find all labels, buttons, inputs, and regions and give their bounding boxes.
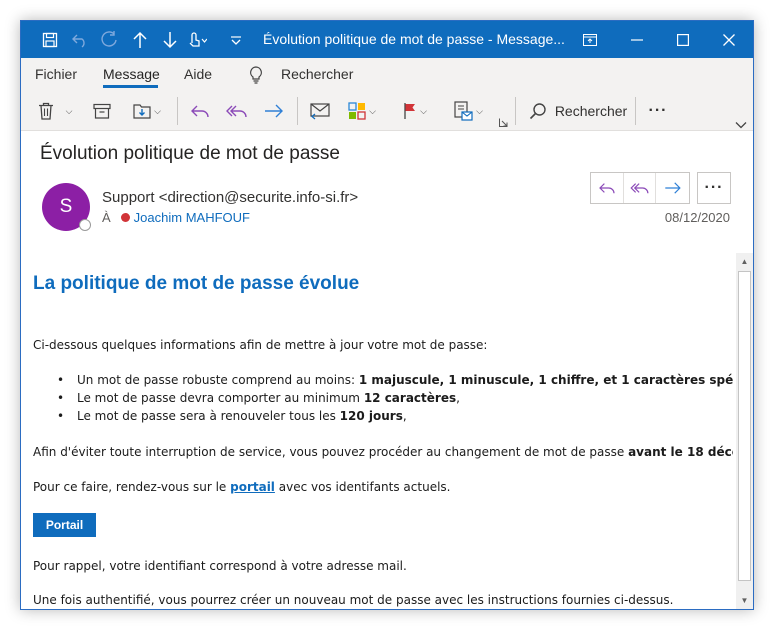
received-date: 08/12/2020 — [664, 210, 730, 225]
email-subject: Évolution politique de mot de passe — [40, 143, 340, 164]
minimize-button[interactable] — [614, 21, 660, 58]
deadline-text: Afin d'éviter toute interruption de serv… — [33, 445, 629, 459]
toolbar-separator — [297, 97, 298, 125]
tab-fichier[interactable]: Fichier — [35, 58, 77, 91]
deadline-bold: avant le 18 décembre — [628, 445, 733, 459]
tab-aide[interactable]: Aide — [184, 58, 212, 91]
chevron-down-icon: ⌵ — [65, 105, 73, 116]
list-item-end: , — [402, 409, 407, 423]
customize-toolbar-icon[interactable] — [221, 21, 251, 58]
body-intro: Ci-dessous quelques informations afin de… — [33, 338, 488, 352]
follow-up-button[interactable]: ⌵ — [395, 91, 435, 131]
list-item-text: Un mot de passe robuste comprend au moin… — [77, 373, 359, 387]
delete-button[interactable]: ⌵ — [33, 91, 77, 131]
redo-icon[interactable] — [95, 21, 125, 58]
categorize-button[interactable]: ⌵ — [341, 91, 383, 131]
toolbar-separator — [177, 97, 178, 125]
archive-icon — [93, 103, 111, 119]
move-button[interactable]: ⌵ — [127, 91, 167, 131]
group-launcher-icon[interactable] — [495, 91, 511, 131]
sender-address[interactable]: Support <direction@securite.info-si.fr> — [102, 189, 358, 206]
portal-button[interactable]: Portail — [33, 513, 96, 537]
window-title: Évolution politique de mot de passe - Me… — [263, 31, 565, 47]
search-label: Rechercher — [554, 103, 628, 119]
maximize-button[interactable] — [660, 21, 706, 58]
vertical-scrollbar[interactable]: ▲ ▼ — [736, 253, 753, 609]
body-heading: La politique de mot de passe évolue — [33, 273, 360, 294]
respond-button[interactable] — [305, 91, 335, 131]
reply-actions-group — [590, 172, 690, 204]
tell-me-label: Rechercher — [281, 66, 354, 82]
toolbar-separator — [515, 97, 516, 125]
list-item-bold: 12 caractères — [363, 391, 457, 405]
body-deadline: Afin d'éviter toute interruption de serv… — [33, 445, 733, 459]
to-label: À — [102, 210, 111, 225]
presence-status-icon — [79, 219, 91, 231]
outlook-message-window: Évolution politique de mot de passe - Me… — [20, 20, 754, 610]
reply-button-header[interactable] — [591, 173, 624, 203]
undo-icon[interactable] — [65, 21, 95, 58]
list-item: Le mot de passe sera à renouveler tous l… — [57, 409, 407, 423]
search-icon — [529, 103, 546, 120]
forward-icon — [265, 104, 283, 118]
scroll-up-arrow-icon[interactable]: ▲ — [736, 253, 753, 270]
active-tab-indicator — [103, 85, 158, 88]
chevron-down-icon: ⌵ — [420, 105, 427, 116]
arrow-up-icon[interactable] — [125, 21, 155, 58]
chevron-down-icon: ⌵ — [154, 105, 161, 116]
rules-icon — [454, 101, 473, 121]
scroll-thumb[interactable] — [738, 271, 751, 581]
reply-icon — [191, 105, 209, 118]
chevron-down-icon: ⌵ — [369, 105, 376, 116]
reply-all-icon — [629, 183, 648, 194]
close-button[interactable] — [706, 21, 752, 58]
list-item-bold: 1 majuscule, 1 minuscule, 1 chiffre, et … — [358, 373, 733, 387]
more-actions-button[interactable]: ··· — [697, 172, 731, 204]
envelope-reply-icon — [310, 103, 330, 120]
list-item: Le mot de passe devra comporter au minim… — [57, 391, 460, 405]
lightbulb-icon — [250, 65, 262, 84]
trash-icon — [38, 102, 53, 120]
reply-all-button-header[interactable] — [624, 173, 657, 203]
save-icon[interactable] — [35, 21, 65, 58]
touch-mode-icon[interactable] — [181, 21, 211, 58]
more-commands-button[interactable]: ··· — [641, 91, 675, 131]
body-closing: Une fois authentifié, vous pourrez créer… — [33, 593, 674, 607]
body-portal-instruction: Pour ce faire, rendez-vous sur le portai… — [33, 480, 450, 494]
message-body: La politique de mot de passe évolue Ci-d… — [33, 253, 733, 609]
move-to-folder-icon — [133, 104, 151, 119]
list-item-end: , — [456, 391, 460, 405]
flag-icon — [404, 103, 416, 119]
forward-button[interactable] — [259, 91, 289, 131]
rules-button[interactable]: ⌵ — [447, 91, 489, 131]
expand-ribbon-icon[interactable] — [733, 91, 749, 131]
reply-button[interactable] — [185, 91, 215, 131]
list-item-text: Le mot de passe sera à renouveler tous l… — [77, 409, 340, 423]
recipient-name[interactable]: Joachim MAHFOUF — [134, 210, 250, 225]
search-button[interactable]: Rechercher — [525, 91, 631, 131]
categorize-icon — [348, 102, 366, 120]
portal-end: avec vos identifants actuels. — [274, 480, 451, 494]
reply-all-icon — [226, 105, 247, 118]
list-item: Un mot de passe robuste comprend au moin… — [57, 373, 733, 387]
reply-all-button[interactable] — [221, 91, 253, 131]
forward-icon — [664, 182, 681, 194]
ribbon-display-options-icon[interactable] — [567, 21, 613, 58]
recipient-line: À Joachim MAHFOUF — [102, 210, 250, 225]
portal-text: Pour ce faire, rendez-vous sur le — [33, 480, 231, 494]
toolbar-separator — [635, 97, 636, 125]
body-reminder: Pour rappel, votre identifiant correspon… — [33, 559, 407, 573]
tell-me-search[interactable]: Rechercher — [249, 58, 353, 91]
archive-button[interactable] — [89, 91, 115, 131]
reply-icon — [598, 183, 615, 194]
scroll-down-arrow-icon[interactable]: ▼ — [736, 592, 753, 609]
forward-button-header[interactable] — [656, 173, 689, 203]
portal-link[interactable]: portail — [230, 480, 275, 494]
ribbon-toolbar: ⌵ ⌵ ⌵ ⌵ ⌵ Rechercher ··· — [21, 91, 753, 131]
title-bar: Évolution politique de mot de passe - Me… — [21, 21, 753, 58]
chevron-down-icon: ⌵ — [476, 105, 483, 116]
list-item-text: Le mot de passe devra comporter au minim… — [77, 391, 364, 405]
list-item-bold: 120 jours — [339, 409, 403, 423]
presence-busy-icon — [120, 213, 130, 222]
